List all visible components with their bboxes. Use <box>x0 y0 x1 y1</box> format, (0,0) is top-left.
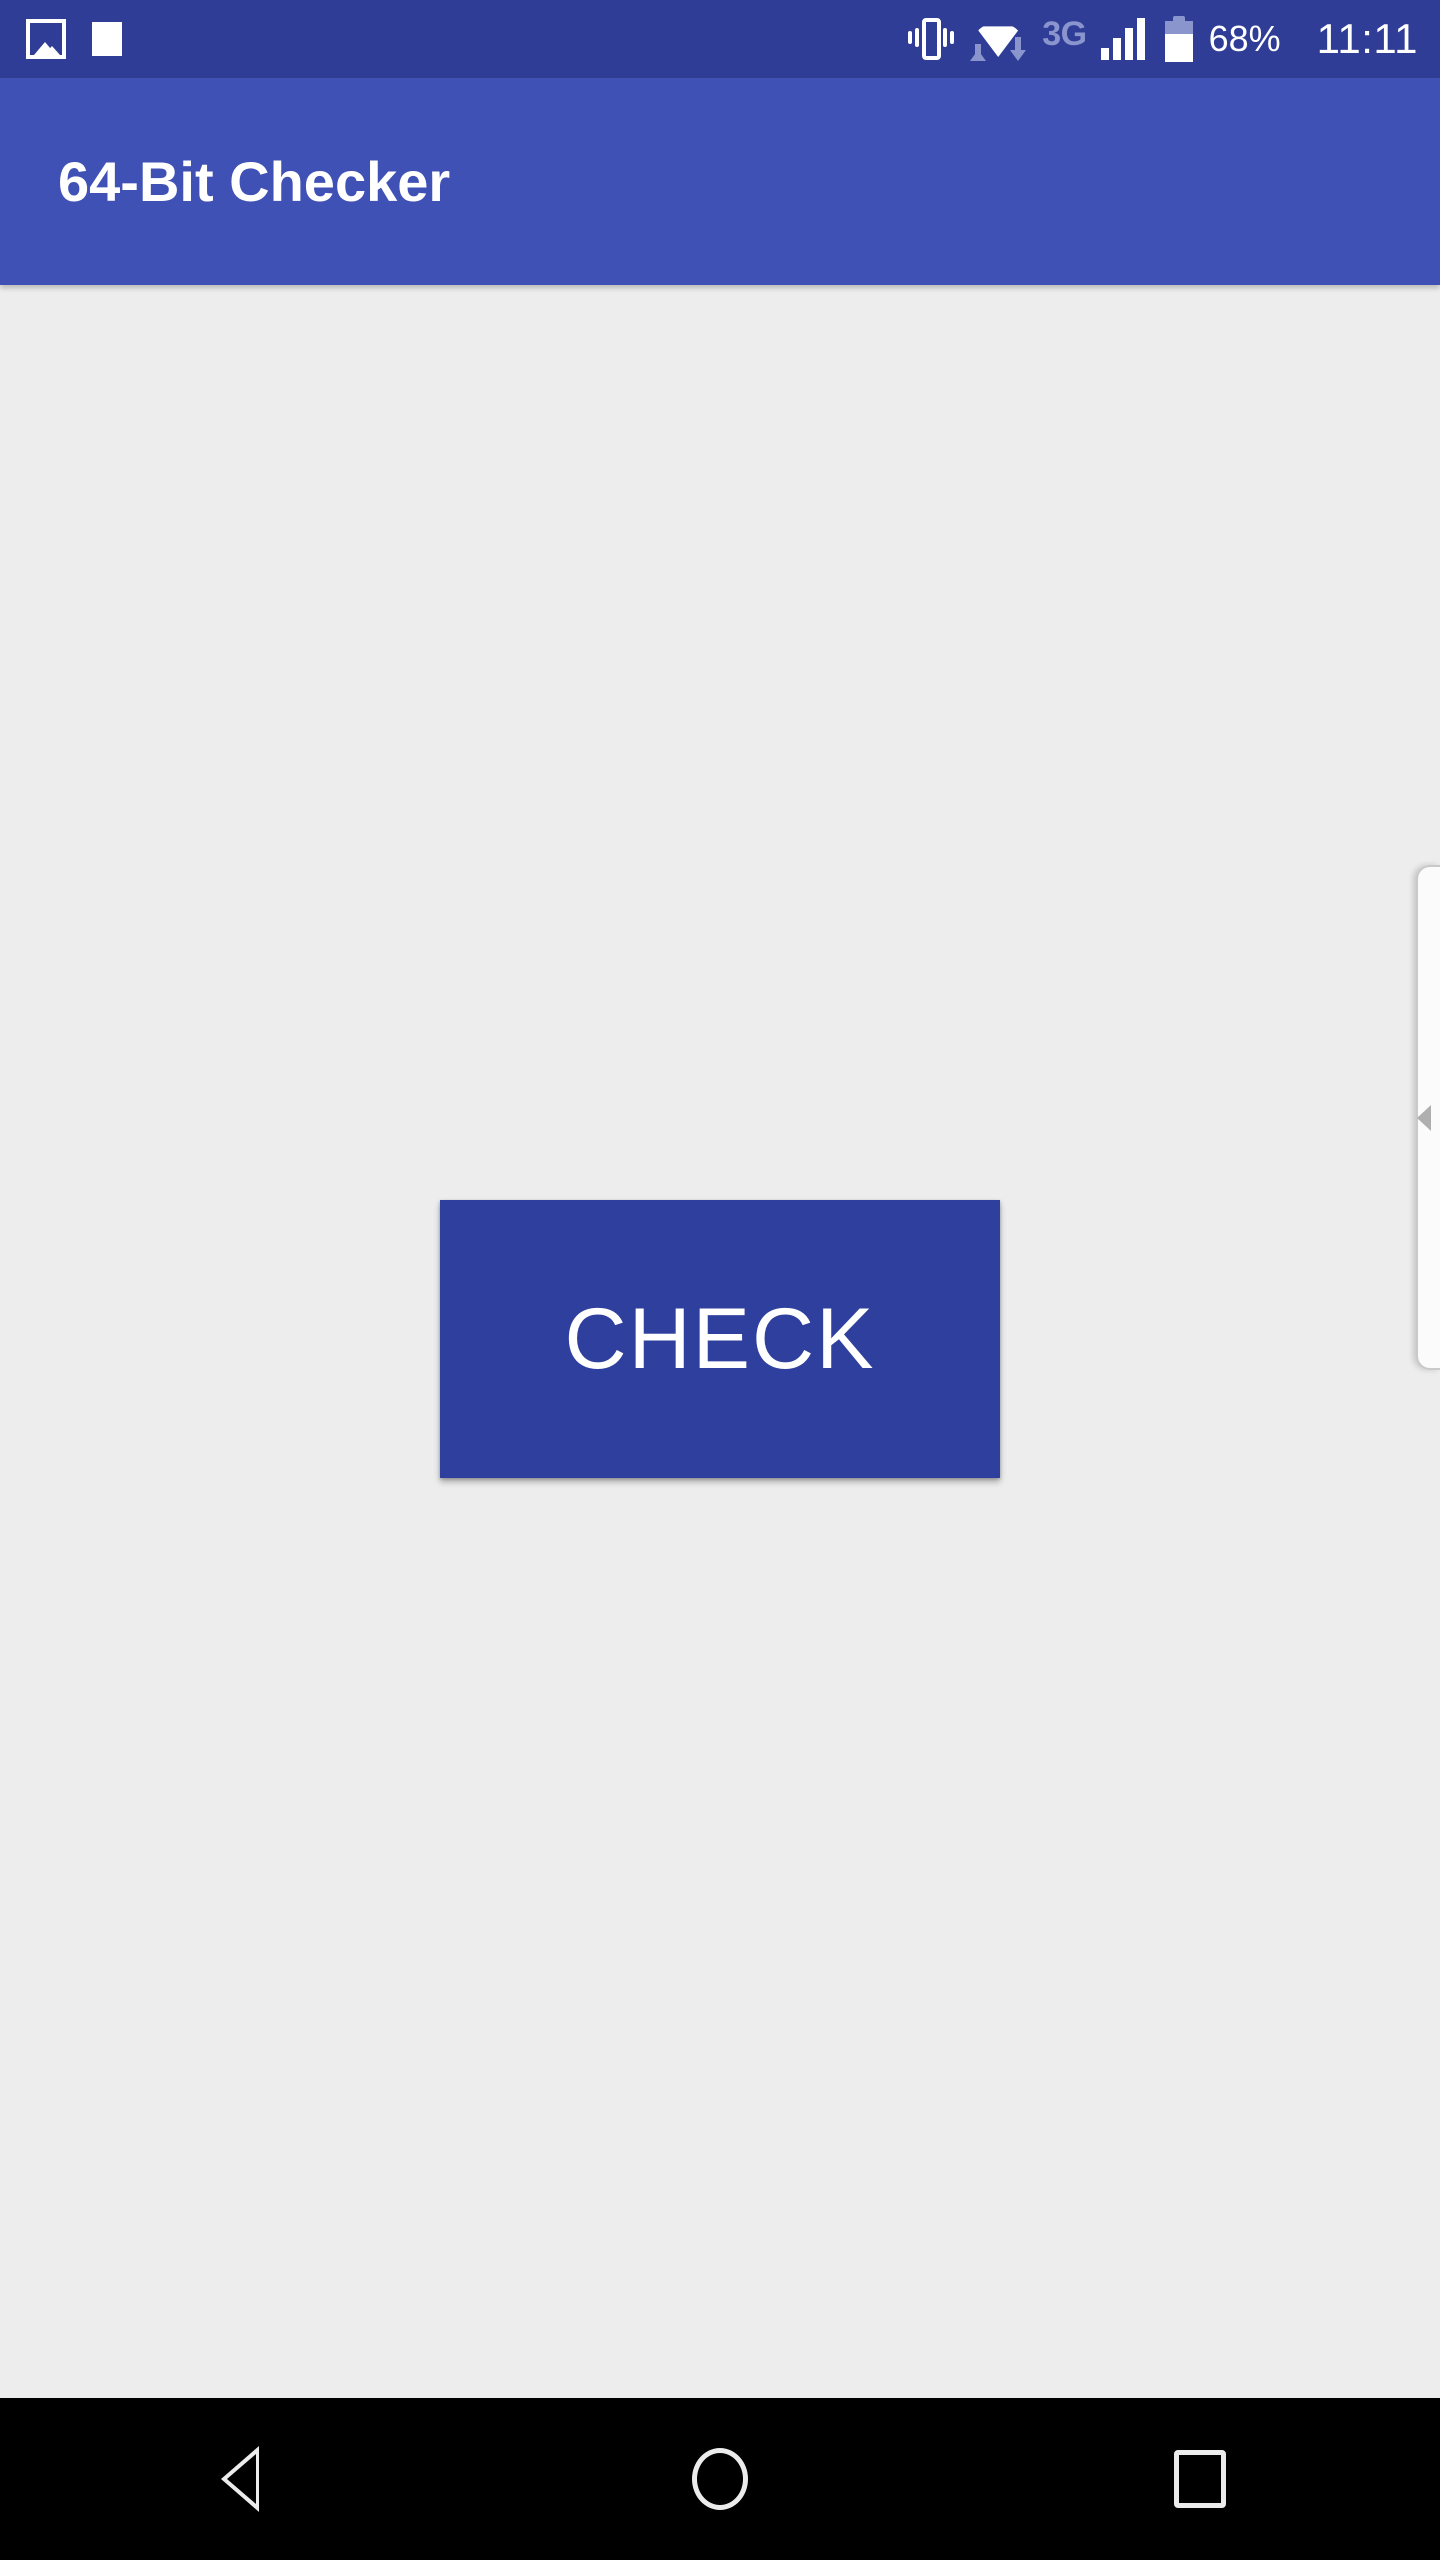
signal-strength-icon <box>1100 18 1145 60</box>
chevron-left-icon <box>1417 1104 1431 1131</box>
check-button[interactable]: CHECK <box>440 1200 1000 1478</box>
screenshot-icon <box>26 19 66 59</box>
network-type-label: 3G <box>1042 15 1087 53</box>
back-button[interactable] <box>160 2398 320 2560</box>
android-screen: 3G 68% 11:11 64-Bit Checker CHECK <box>0 0 1440 2560</box>
status-bar-clock: 11:11 <box>1316 15 1418 62</box>
wifi-icon <box>968 17 1028 61</box>
page-title: 64-Bit Checker <box>58 149 451 213</box>
home-button[interactable] <box>640 2398 800 2560</box>
battery-percent-label: 68% <box>1208 18 1281 59</box>
vibrate-icon <box>908 18 955 60</box>
status-bar-right-icons: 3G 68% 11:11 <box>908 16 1418 62</box>
navigation-bar <box>0 2398 1440 2560</box>
edge-panel-handle[interactable] <box>1416 865 1440 1370</box>
main-content: CHECK <box>0 285 1440 2398</box>
app-bar: 64-Bit Checker <box>0 78 1440 285</box>
battery-icon <box>1164 16 1193 62</box>
circle-icon <box>692 2448 748 2510</box>
status-bar[interactable]: 3G 68% 11:11 <box>0 0 1440 78</box>
recents-button[interactable] <box>1120 2398 1280 2560</box>
square-notification-icon <box>92 22 122 56</box>
triangle-left-icon <box>221 2446 259 2512</box>
square-icon <box>1174 2450 1226 2508</box>
status-bar-left-icons <box>26 19 122 59</box>
